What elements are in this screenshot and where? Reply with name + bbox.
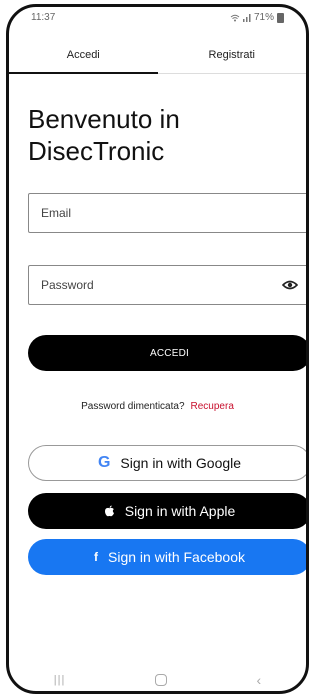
google-icon: G: [97, 454, 111, 471]
wifi-icon: [230, 14, 240, 21]
battery-icon: [277, 12, 284, 23]
apple-signin-button[interactable]: Sign in with Apple: [28, 493, 306, 529]
apple-icon: [104, 505, 114, 517]
facebook-signin-button[interactable]: f Sign in with Facebook: [28, 539, 306, 575]
tab-accedi[interactable]: Accedi: [9, 37, 158, 74]
eye-icon[interactable]: [282, 280, 298, 290]
system-nav-bar: ||| ‹: [9, 669, 306, 691]
facebook-icon: f: [94, 550, 99, 564]
facebook-label: Sign in with Facebook: [108, 549, 245, 565]
battery-percent: 71%: [253, 12, 274, 23]
signal-icon: [242, 13, 251, 22]
status-time: 11:37: [31, 12, 56, 23]
auth-tabs: Accedi Registrati: [9, 37, 306, 74]
google-signin-button[interactable]: G Sign in with Google: [28, 445, 306, 481]
home-icon[interactable]: [154, 674, 167, 686]
email-placeholder: Email: [41, 206, 72, 220]
tab-registrati[interactable]: Registrati: [158, 37, 307, 73]
forgot-text: Password dimenticata?: [81, 401, 185, 412]
login-button[interactable]: ACCEDI: [28, 335, 306, 371]
forgot-password: Password dimenticata? Recupera: [9, 401, 306, 412]
status-bar: 11:37 71%: [9, 7, 306, 27]
welcome-line-2: DisecTronic: [28, 136, 165, 166]
recover-link[interactable]: Recupera: [191, 401, 234, 412]
status-icons: 71%: [230, 12, 284, 23]
apple-label: Sign in with Apple: [124, 503, 236, 519]
email-field[interactable]: Email: [28, 193, 306, 233]
password-field[interactable]: Password: [28, 265, 306, 305]
welcome-line-1: Benvenuto in: [28, 104, 180, 134]
password-placeholder: Password: [41, 278, 94, 292]
google-label: Sign in with Google: [120, 455, 242, 471]
phone-screen: 11:37 71% Accedi Registrati Benvenuto in…: [0, 0, 315, 698]
recents-icon[interactable]: |||: [54, 674, 66, 686]
welcome-title: Benvenuto in DisecTronic: [28, 103, 288, 167]
back-icon[interactable]: ‹: [257, 672, 262, 688]
device-frame: 11:37 71% Accedi Registrati Benvenuto in…: [6, 4, 309, 694]
